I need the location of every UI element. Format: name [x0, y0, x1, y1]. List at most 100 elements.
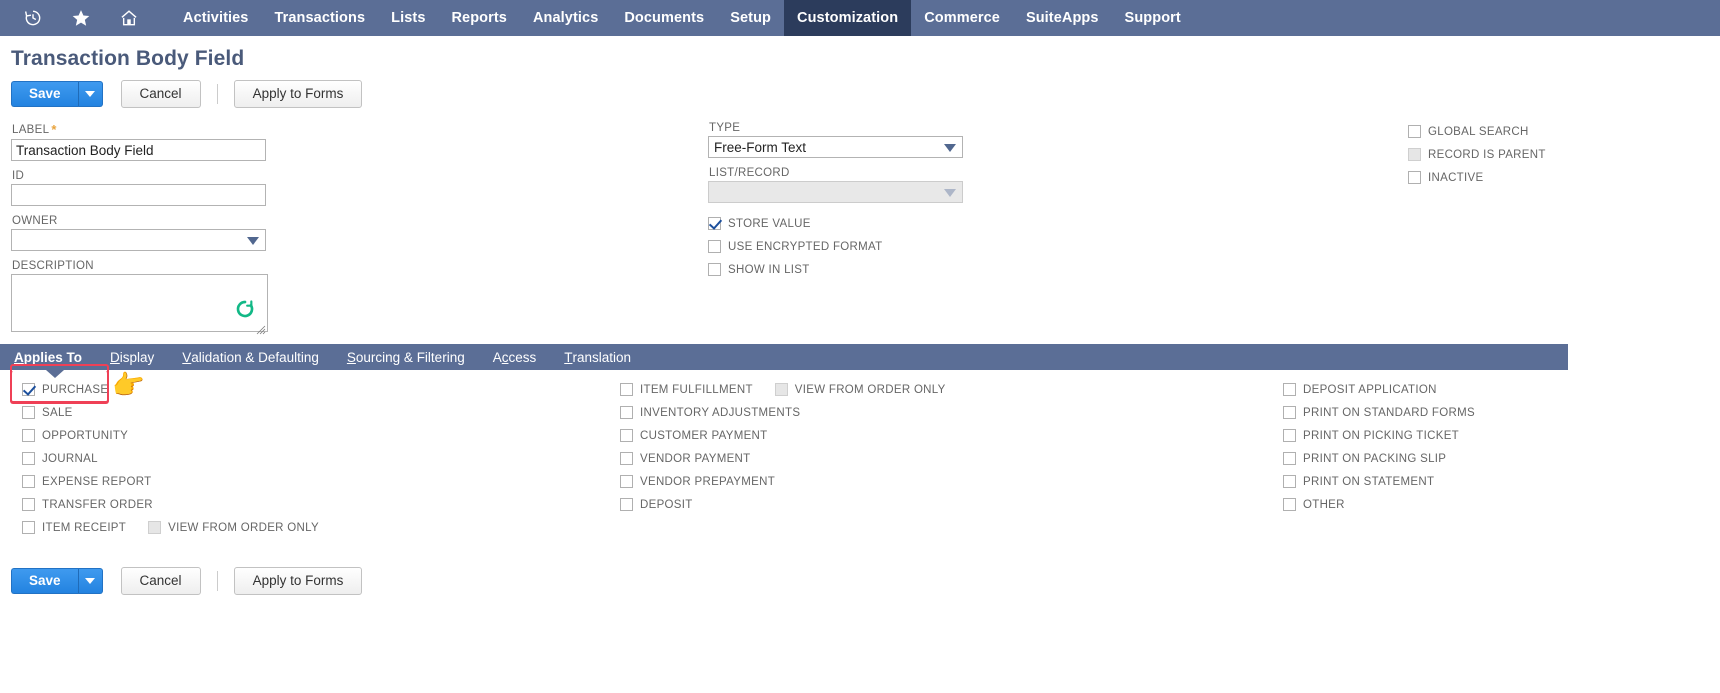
print-on-picking-ticket-checkbox[interactable] [1283, 429, 1296, 442]
purchase-label: PURCHASE [42, 383, 109, 396]
customer-payment-checkbox[interactable] [620, 429, 633, 442]
apply-to-forms-button-bottom[interactable]: Apply to Forms [233, 567, 363, 595]
checkbox-row: OPPORTUNITY [22, 424, 319, 447]
save-button[interactable]: Save [11, 81, 79, 107]
nav-item-commerce[interactable]: Commerce [911, 0, 1013, 36]
type-select[interactable]: Free-Form Text [708, 136, 963, 158]
deposit-label: DEPOSIT [640, 498, 693, 511]
other-label: OTHER [1303, 498, 1345, 511]
nav-item-customization[interactable]: Customization [784, 0, 912, 36]
print-on-statement-checkbox[interactable] [1283, 475, 1296, 488]
nav-item-documents[interactable]: Documents [611, 0, 717, 36]
print-on-standard-forms-checkbox[interactable] [1283, 406, 1296, 419]
save-button-bottom[interactable]: Save [11, 568, 79, 594]
item-receipt-checkbox[interactable] [22, 521, 35, 534]
transfer-order-label: TRANSFER ORDER [42, 498, 153, 511]
applies-to-column-right: DEPOSIT APPLICATION PRINT ON STANDARD FOR… [1283, 378, 1475, 516]
owner-select[interactable] [11, 229, 266, 251]
sale-checkbox[interactable] [22, 406, 35, 419]
apply-to-forms-button[interactable]: Apply to Forms [233, 80, 363, 108]
print-on-packing-slip-checkbox[interactable] [1283, 452, 1296, 465]
checkbox-pair: RECORD IS PARENT [1408, 148, 1546, 161]
home-icon[interactable] [118, 7, 140, 29]
inactive-checkbox[interactable] [1408, 171, 1421, 184]
item-receipt-view-from-order-only-label: VIEW FROM ORDER ONLY [168, 521, 319, 534]
checkbox-pair: JOURNAL [22, 452, 98, 465]
purchase-checkbox[interactable] [22, 383, 35, 396]
other-checkbox[interactable] [1283, 498, 1296, 511]
nav-item-activities[interactable]: Activities [170, 0, 261, 36]
inventory-adjustments-checkbox[interactable] [620, 406, 633, 419]
id-input[interactable] [11, 184, 266, 206]
shortcuts-star-icon[interactable] [70, 7, 92, 29]
checkbox-row: CUSTOMER PAYMENT [620, 424, 946, 447]
toolbar-divider [216, 571, 218, 591]
sale-label: SALE [42, 406, 73, 419]
save-button-group: Save [11, 81, 103, 107]
print-on-packing-slip-label: PRINT ON PACKING SLIP [1303, 452, 1447, 465]
checkbox-pair: DEPOSIT APPLICATION [1283, 383, 1437, 396]
nav-item-transactions[interactable]: Transactions [261, 0, 378, 36]
tab-display[interactable]: Display [96, 344, 168, 370]
show-in-list-checkbox[interactable] [708, 263, 721, 276]
tab-translation[interactable]: Translation [550, 344, 645, 370]
deposit-application-checkbox[interactable] [1283, 383, 1296, 396]
tab-validation-defaulting[interactable]: Validation & Defaulting [168, 344, 333, 370]
page-title: Transaction Body Field [11, 47, 245, 70]
save-dropdown-button[interactable] [78, 81, 103, 107]
owner-field-block: OWNER [11, 215, 311, 251]
journal-checkbox[interactable] [22, 452, 35, 465]
nav-item-lists[interactable]: Lists [378, 0, 438, 36]
cancel-button-bottom[interactable]: Cancel [120, 567, 201, 595]
checkbox-row: PRINT ON PICKING TICKET [1283, 424, 1475, 447]
recent-records-icon[interactable] [22, 7, 44, 29]
cancel-button[interactable]: Cancel [120, 80, 201, 108]
loading-spinner-icon [235, 299, 255, 319]
expense-report-checkbox[interactable] [22, 475, 35, 488]
description-textarea[interactable] [11, 274, 268, 332]
checkbox-row: TRANSFER ORDER [22, 493, 319, 516]
listrecord-select [708, 181, 963, 203]
nav-item-suiteapps[interactable]: SuiteApps [1013, 0, 1112, 36]
use-encrypted-format-checkbox[interactable] [708, 240, 721, 253]
global-search-checkbox[interactable] [1408, 125, 1421, 138]
nav-item-support[interactable]: Support [1112, 0, 1194, 36]
save-button-group-bottom: Save [11, 568, 103, 594]
checkbox-row: VENDOR PAYMENT [620, 447, 946, 470]
label-input[interactable] [11, 139, 266, 161]
checkbox-pair: ITEM RECEIPT [22, 521, 126, 534]
id-field-block: ID [11, 170, 311, 206]
applies-to-column-left: PURCHASE SALE OPPORTUNITY JOURNAL EXPENSE RE… [22, 378, 319, 539]
transfer-order-checkbox[interactable] [22, 498, 35, 511]
chevron-down-icon [85, 578, 96, 584]
opportunity-checkbox[interactable] [22, 429, 35, 442]
label-field-block: LABEL * [11, 122, 311, 161]
store-value-checkbox[interactable] [708, 217, 721, 230]
nav-menu-items: Activities Transactions Lists Reports Analyt… [170, 0, 1194, 36]
nav-item-analytics[interactable]: Analytics [520, 0, 611, 36]
item-fulfillment-checkbox[interactable] [620, 383, 633, 396]
save-dropdown-button-bottom[interactable] [78, 568, 103, 594]
checkbox-row: STORE VALUE [708, 212, 1008, 235]
inventory-adjustments-label: INVENTORY ADJUSTMENTS [640, 406, 801, 419]
nav-item-reports[interactable]: Reports [438, 0, 520, 36]
show-in-list-label: SHOW IN LIST [728, 263, 810, 276]
customer-payment-label: CUSTOMER PAYMENT [640, 429, 768, 442]
checkbox-pair: SHOW IN LIST [708, 263, 810, 276]
main-navigation-bar: Activities Transactions Lists Reports Analyt… [0, 0, 1720, 36]
tab-applies-to[interactable]: Applies To [0, 344, 96, 370]
chevron-down-icon [944, 144, 956, 152]
form-column-right: GLOBAL SEARCH RECORD IS PARENT INACTIVE [1408, 120, 1708, 189]
checkbox-pair: DEPOSIT [620, 498, 693, 511]
vendor-payment-checkbox[interactable] [620, 452, 633, 465]
tab-sourcing-filtering[interactable]: Sourcing & Filtering [333, 344, 479, 370]
tab-access[interactable]: Ac cess [479, 344, 551, 370]
nav-item-setup[interactable]: Setup [717, 0, 784, 36]
deposit-checkbox[interactable] [620, 498, 633, 511]
field-definition-form: LABEL* ID OWNER DESCRIPTION [0, 108, 1720, 336]
checkbox-row: PURCHASE [22, 378, 319, 401]
vendor-prepayment-checkbox[interactable] [620, 475, 633, 488]
global-search-label: GLOBAL SEARCH [1428, 125, 1529, 138]
checkbox-pair: SALE [22, 406, 73, 419]
applies-to-column-middle: ITEM FULFILLMENT VIEW FROM ORDER ONLY INVE… [620, 378, 946, 516]
